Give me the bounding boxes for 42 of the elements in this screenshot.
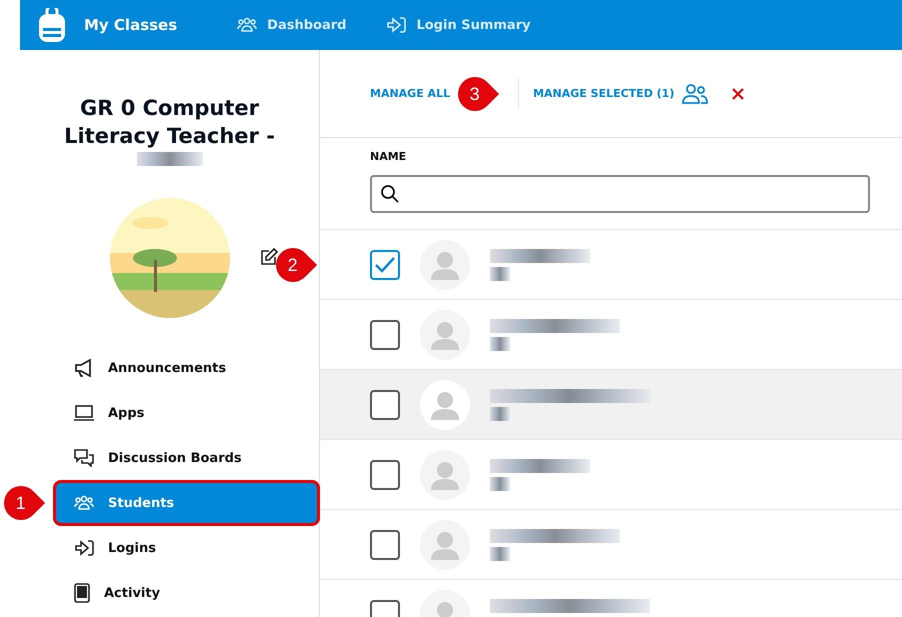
people-icon xyxy=(237,17,258,33)
sidebar-item[interactable]: Discussion Boards xyxy=(56,438,317,478)
blurred-text xyxy=(490,476,510,490)
tablet-icon xyxy=(74,583,90,603)
sidebar-item[interactable]: Logins xyxy=(56,528,317,568)
sidebar-item[interactable]: Announcements xyxy=(56,348,317,388)
checkbox[interactable] xyxy=(370,250,400,280)
sidebar-item[interactable]: Activity xyxy=(56,573,317,613)
sidebar-item[interactable]: Students xyxy=(56,483,317,523)
laptop-icon xyxy=(74,405,94,421)
manage-all-link[interactable]: MANAGE ALL xyxy=(370,87,450,100)
blurred-text xyxy=(490,266,510,280)
backpack-icon xyxy=(38,8,66,42)
search-icon xyxy=(380,184,400,204)
checkbox[interactable] xyxy=(370,320,400,350)
checkmark-icon xyxy=(375,256,395,272)
login-arrow-icon xyxy=(74,540,94,556)
checkbox[interactable] xyxy=(370,390,400,420)
avatar-silhouette xyxy=(420,450,470,500)
avatar-silhouette xyxy=(420,520,470,570)
class-title: GR 0 Computer Literacy Teacher - xyxy=(63,95,276,150)
blurred-text xyxy=(490,406,510,420)
manage-selected-link[interactable]: MANAGE SELECTED (1) xyxy=(533,84,708,104)
megaphone-icon xyxy=(74,359,94,377)
blurred-text xyxy=(490,336,510,350)
avatar-silhouette xyxy=(420,310,470,360)
avatar-silhouette xyxy=(420,380,470,430)
app-title: My Classes xyxy=(84,16,178,34)
checkbox[interactable] xyxy=(370,530,400,560)
avatar-silhouette xyxy=(420,240,470,290)
blurred-name xyxy=(136,152,202,166)
close-icon[interactable] xyxy=(732,88,744,100)
sidebar-item[interactable]: Apps xyxy=(56,393,317,433)
people-icon xyxy=(74,495,94,511)
column-header: NAME xyxy=(370,150,408,163)
people-icon xyxy=(682,84,708,104)
checkbox[interactable] xyxy=(370,460,400,490)
blurred-text xyxy=(490,546,510,560)
edit-icon[interactable] xyxy=(260,248,278,266)
search-field[interactable] xyxy=(370,175,870,213)
chat-bubbles-icon xyxy=(74,449,94,467)
login-arrow-icon xyxy=(386,17,406,33)
